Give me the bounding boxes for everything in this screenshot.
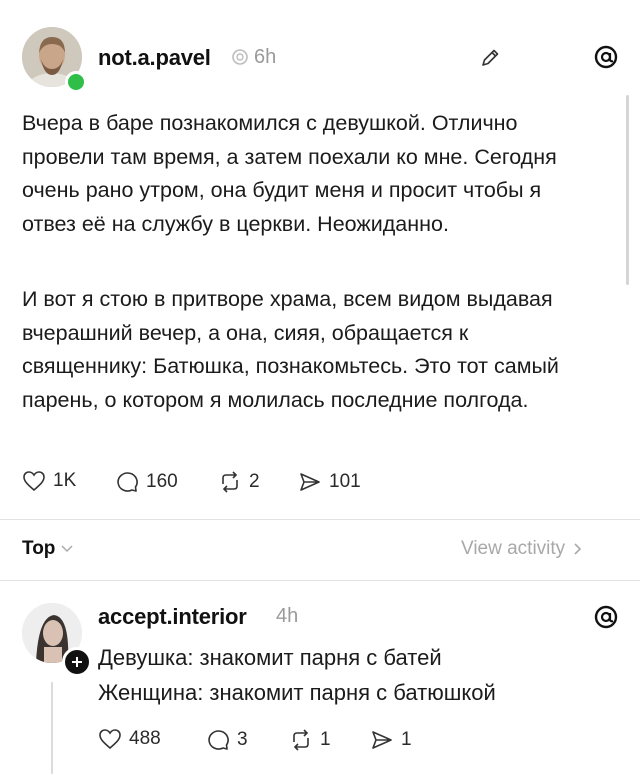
thread-line	[51, 682, 53, 774]
post-paragraph-2: И вот я стою в притворе храма, всем видо…	[22, 287, 559, 412]
reply-time: 4h	[276, 605, 299, 627]
share-icon	[372, 731, 392, 749]
reply-like-button[interactable]: 488	[98, 728, 161, 750]
chevron-down-icon	[61, 545, 73, 553]
comment-icon	[208, 730, 229, 750]
heart-icon	[99, 729, 121, 750]
share-icon	[300, 473, 320, 491]
verified-icon	[231, 48, 249, 71]
repost-icon	[222, 471, 238, 493]
reply-comment-button[interactable]: 3	[206, 728, 248, 752]
reply-share-button[interactable]: 1	[370, 728, 412, 752]
reply-share-count: 1	[401, 729, 412, 750]
reply-comment-count: 3	[237, 729, 248, 750]
sort-label: Top	[22, 538, 56, 559]
share-button[interactable]: 101	[298, 470, 361, 494]
scrollbar[interactable]	[626, 95, 629, 285]
reply-line-2: Женщина: знакомит парня с батюшкой	[98, 680, 496, 705]
repost-button[interactable]: 2	[218, 470, 260, 494]
chevron-right-icon	[574, 543, 582, 555]
post-time: 6h	[254, 46, 277, 68]
reply-repost-count: 1	[320, 729, 331, 750]
edit-icon[interactable]	[478, 46, 502, 75]
reply-line-1: Девушка: знакомит парня с батей	[98, 645, 442, 670]
repost-icon	[293, 729, 309, 751]
post-username[interactable]: not.a.pavel	[98, 45, 211, 71]
online-indicator	[65, 71, 87, 93]
comment-button[interactable]: 160	[115, 470, 178, 494]
add-icon	[72, 657, 82, 667]
comment-count: 160	[146, 471, 178, 492]
like-button[interactable]: 1K	[22, 470, 76, 492]
reply-repost-button[interactable]: 1	[289, 728, 331, 752]
threads-logo-icon	[593, 44, 619, 75]
heart-icon	[23, 471, 45, 492]
reply-username[interactable]: accept.interior	[98, 604, 247, 630]
share-count: 101	[329, 471, 361, 492]
view-activity-link[interactable]: View activity	[461, 538, 582, 560]
sort-dropdown[interactable]: Top	[22, 538, 73, 560]
reply-threads-logo-icon	[593, 604, 619, 635]
follow-plus-button[interactable]	[62, 647, 92, 677]
repost-count: 2	[249, 471, 260, 492]
comment-icon	[117, 472, 138, 492]
divider-top	[0, 519, 640, 520]
post-paragraph-1: Вчера в баре познакомился с девушкой. От…	[22, 111, 557, 236]
divider-bottom	[0, 580, 640, 581]
reply-like-count: 488	[129, 728, 161, 749]
like-count: 1K	[53, 470, 77, 491]
view-activity-label: View activity	[461, 538, 566, 559]
